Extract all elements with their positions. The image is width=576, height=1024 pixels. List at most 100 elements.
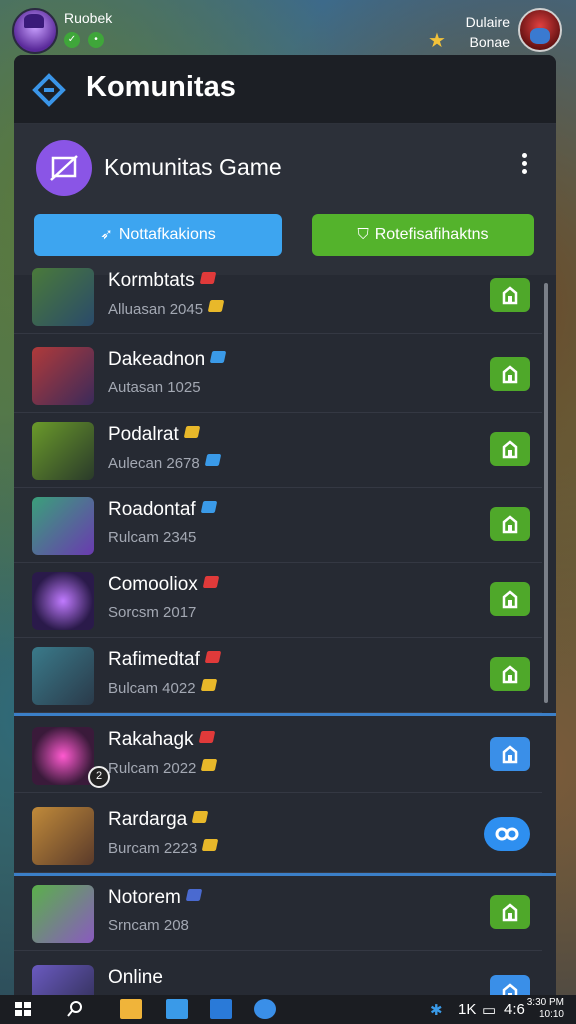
game-thumbnail xyxy=(32,422,94,480)
section-divider xyxy=(14,713,556,716)
join-button[interactable] xyxy=(490,975,530,995)
join-button[interactable] xyxy=(490,278,530,312)
item-name-text: Rafimedtaf xyxy=(108,649,200,670)
notifications-button[interactable]: ➶ Nottafkakions xyxy=(34,214,282,256)
item-name: Dakeadnon xyxy=(108,349,227,371)
shield-button-label: Rotefisafihaktns xyxy=(374,226,489,243)
game-thumbnail xyxy=(32,727,94,785)
link-icon xyxy=(495,827,519,841)
gem-icon xyxy=(202,576,220,588)
item-name-text: Roadontaf xyxy=(108,499,196,520)
building-icon xyxy=(502,983,518,995)
community-panel: Komunitas Komunitas Game ➶ Nottafkakions … xyxy=(14,55,556,995)
status-icon: ✓ xyxy=(64,32,80,48)
gem-icon xyxy=(201,759,218,771)
join-button[interactable] xyxy=(490,432,530,466)
item-name-text: Podalrat xyxy=(108,424,179,445)
item-name-text: Kormbtats xyxy=(108,270,195,291)
list-item[interactable]: 2 Rakahagk Rulcam 2022 xyxy=(14,717,542,793)
tray-text-2: 4:6 xyxy=(504,1001,525,1018)
scrollbar[interactable] xyxy=(544,283,548,703)
star-icon: ★ xyxy=(428,30,446,52)
item-subtitle: Sorcsm 2017 xyxy=(108,604,196,621)
send-icon: ➶ xyxy=(100,226,113,243)
item-name: Kormbtats xyxy=(108,270,216,292)
item-name-text: Dakeadnon xyxy=(108,349,206,370)
gem-icon xyxy=(209,351,227,363)
item-subtitle-text: Autasan 1025 xyxy=(108,379,201,396)
list-item[interactable]: Online xyxy=(14,955,542,995)
puzzle-icon[interactable]: ✱ xyxy=(430,1001,443,1019)
item-name-text: Online xyxy=(108,967,163,988)
windows-start-icon[interactable] xyxy=(12,999,34,1019)
item-subtitle: Autasan 1025 xyxy=(108,379,201,396)
building-icon xyxy=(502,365,518,384)
gem-icon xyxy=(207,300,225,312)
list-item[interactable]: Kormbtats Alluasan 2045 xyxy=(14,258,542,334)
join-button[interactable] xyxy=(490,357,530,391)
join-button[interactable] xyxy=(490,895,530,929)
game-thumbnail xyxy=(32,497,94,555)
item-name-text: Rakahagk xyxy=(108,729,194,750)
profile-line-1: Dulaire xyxy=(465,14,510,30)
gamepad-icon xyxy=(50,155,78,181)
gem-icon xyxy=(199,272,216,284)
item-name-text: Notorem xyxy=(108,887,181,908)
folder-icon[interactable] xyxy=(120,999,142,1019)
chat-icon[interactable]: • xyxy=(88,32,104,48)
list-item[interactable]: Comooliox Sorcsm 2017 xyxy=(14,562,542,638)
item-name: Comooliox xyxy=(108,574,220,596)
profile-avatar[interactable] xyxy=(518,8,562,52)
gem-icon xyxy=(185,889,203,901)
join-button[interactable] xyxy=(490,737,530,771)
item-subtitle: Rulcam 2022 xyxy=(108,759,218,777)
join-button[interactable] xyxy=(490,507,530,541)
toggle-button[interactable] xyxy=(484,817,530,851)
store-icon[interactable] xyxy=(210,999,232,1019)
shield-icon: ⛉ xyxy=(357,226,369,243)
community-card: Komunitas Game ➶ Nottafkakions ⛉ Rotefisaf… xyxy=(14,124,556,275)
gem-icon xyxy=(204,651,222,663)
building-icon xyxy=(502,903,518,922)
clock-line-2: 10:10 xyxy=(538,1009,564,1020)
game-thumbnail xyxy=(32,647,94,705)
list-item[interactable]: Roadontaf Rulcam 2345 xyxy=(14,487,542,563)
item-subtitle-text: Rulcam 2022 xyxy=(108,760,197,777)
back-diamond-icon[interactable] xyxy=(32,73,66,107)
game-list: Kormbtats Alluasan 2045 Dakeadnon Autasan 1… xyxy=(14,268,556,995)
gem-icon xyxy=(200,501,217,513)
list-item[interactable]: Notorem Srncam 208 xyxy=(14,875,542,951)
community-icon xyxy=(36,140,92,196)
browser-icon[interactable] xyxy=(254,999,276,1019)
shield-button[interactable]: ⛉ Rotefisafihaktns xyxy=(312,214,534,256)
item-name: Rakahagk xyxy=(108,729,215,751)
item-subtitle-text: Bulcam 4022 xyxy=(108,680,196,697)
user-avatar[interactable] xyxy=(12,8,58,54)
clock-line-1: 3:30 PM xyxy=(526,997,564,1008)
join-button[interactable] xyxy=(490,657,530,691)
username: Ruobek xyxy=(64,10,113,26)
item-name: Rardarga xyxy=(108,809,209,831)
gem-icon xyxy=(204,454,222,466)
clock[interactable]: 3:30 PM 10:10 xyxy=(527,997,564,1021)
list-item[interactable]: Rardarga Burcam 2223 xyxy=(14,797,542,873)
game-thumbnail xyxy=(32,965,94,995)
game-thumbnail xyxy=(32,268,94,326)
item-subtitle: Rulcam 2345 xyxy=(108,529,196,546)
app-icon[interactable] xyxy=(166,999,188,1019)
item-subtitle-text: Srncam 208 xyxy=(108,917,189,934)
list-item[interactable]: Dakeadnon Autasan 1025 xyxy=(14,337,542,413)
item-subtitle: Alluasan 2045 xyxy=(108,300,225,318)
search-icon[interactable] xyxy=(64,999,86,1019)
item-subtitle-text: Rulcam 2345 xyxy=(108,529,197,546)
battery-icon[interactable]: ▭ xyxy=(482,1001,496,1019)
join-button[interactable] xyxy=(490,582,530,616)
list-item[interactable]: Rafimedtaf Bulcam 4022 xyxy=(14,637,542,713)
more-options-icon[interactable] xyxy=(514,150,534,180)
taskbar: ✱ 1K ▭ 4:6 3:30 PM 10:10 xyxy=(0,995,576,1024)
building-icon xyxy=(502,440,518,459)
list-item[interactable]: Podalrat Aulecan 2678 xyxy=(14,412,542,488)
item-subtitle: Srncam 208 xyxy=(108,917,189,934)
panel-header: Komunitas xyxy=(14,55,556,124)
item-name: Notorem xyxy=(108,887,203,909)
